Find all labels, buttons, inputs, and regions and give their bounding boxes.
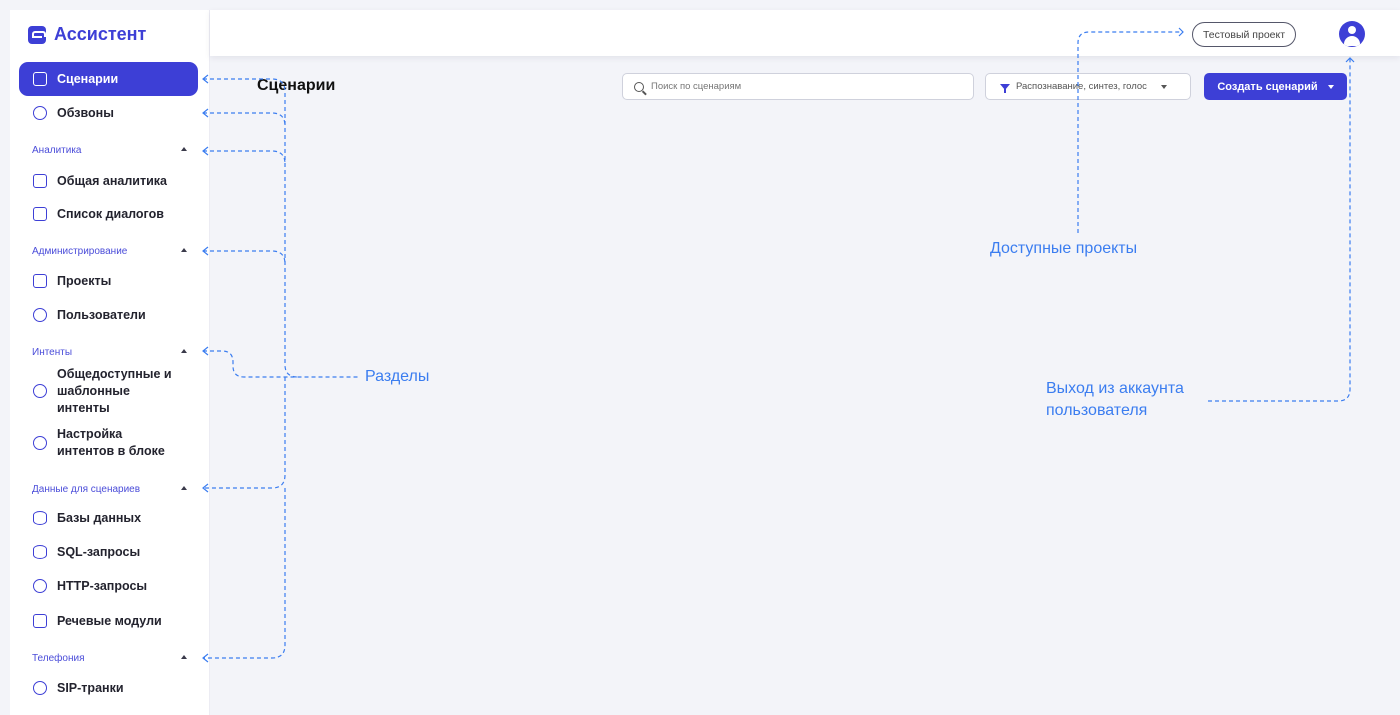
- intent-settings-icon: [33, 436, 47, 450]
- sidebar-item-general-analytics[interactable]: Общая аналитика: [19, 164, 198, 198]
- chevron-up-icon: [181, 486, 187, 490]
- sidebar-item-speech-modules[interactable]: Речевые модули: [19, 604, 198, 638]
- scenarios-icon: [33, 72, 47, 86]
- sidebar-item-calls[interactable]: Обзвоны: [19, 96, 198, 130]
- phone-calls-icon: [33, 106, 47, 120]
- chevron-down-icon: [1160, 84, 1167, 89]
- sidebar-item-label: Проекты: [57, 274, 112, 288]
- search-field[interactable]: [622, 73, 974, 100]
- dialogs-icon: [33, 207, 47, 221]
- create-scenario-label: Создать сценарий: [1217, 80, 1318, 93]
- sidebar-item-dialogs[interactable]: Список диалогов: [19, 197, 198, 231]
- chevron-up-icon: [181, 349, 187, 353]
- project-selector-button[interactable]: Тестовый проект: [1192, 22, 1296, 47]
- sidebar-item-label: Сценарии: [57, 72, 119, 86]
- section-administration[interactable]: Администрирование: [19, 243, 189, 259]
- projects-icon: [33, 274, 47, 288]
- section-telephony[interactable]: Телефония: [19, 650, 189, 666]
- chevron-up-icon: [181, 147, 187, 151]
- sidebar-item-users[interactable]: Пользователи: [19, 298, 198, 332]
- app-logo[interactable]: Ассистент: [28, 24, 146, 45]
- sidebar-item-databases[interactable]: Базы данных: [19, 501, 198, 535]
- annotation-logout-line1: Выход из аккаунта: [1046, 380, 1184, 397]
- sidebar-item-label: Список диалогов: [57, 207, 164, 221]
- sql-icon: [33, 545, 47, 559]
- filter-icon: [1000, 83, 1010, 93]
- page-title: Сценарии: [257, 77, 336, 94]
- chevron-down-icon: [1327, 84, 1334, 89]
- sidebar-item-projects[interactable]: Проекты: [19, 264, 198, 298]
- sidebar-item-label: SIP-транки: [57, 681, 124, 695]
- sidebar-item-label: Речевые модули: [57, 614, 162, 628]
- http-icon: [33, 579, 47, 593]
- logo-icon: [28, 25, 46, 44]
- sidebar-item-label: Обзвоны: [57, 106, 114, 120]
- chevron-up-icon: [181, 248, 187, 252]
- sidebar-item-public-intents[interactable]: Общедоступные и шаблонные интенты: [19, 367, 198, 415]
- section-analytics[interactable]: Аналитика: [19, 142, 189, 158]
- sidebar-item-label: Настройка интентов в блоке: [57, 427, 165, 458]
- app-title: Ассистент: [54, 24, 147, 44]
- speech-modules-icon: [33, 614, 47, 628]
- sidebar-item-intent-settings[interactable]: Настройка интентов в блоке: [19, 423, 198, 463]
- sidebar-item-label: Общедоступные и шаблонные интенты: [57, 366, 172, 415]
- app-frame: [10, 10, 1400, 715]
- annotation-sections: Разделы: [365, 368, 430, 385]
- users-icon: [33, 308, 47, 322]
- sidebar-item-sql[interactable]: SQL-запросы: [19, 535, 198, 569]
- sidebar-item-http[interactable]: HTTP-запросы: [19, 569, 198, 603]
- sidebar-item-label: HTTP-запросы: [57, 579, 148, 593]
- section-label: Аналитика: [32, 144, 82, 156]
- sip-trunks-icon: [33, 681, 47, 695]
- search-icon: [634, 81, 644, 92]
- create-scenario-button[interactable]: Создать сценарий: [1204, 73, 1347, 100]
- sidebar-item-scenarios[interactable]: Сценарии: [19, 62, 198, 96]
- section-scenario-data[interactable]: Данные для сценариев: [19, 481, 189, 497]
- analytics-icon: [33, 174, 47, 188]
- section-label: Администрирование: [32, 245, 128, 257]
- sidebar-item-label: Базы данных: [57, 511, 142, 525]
- section-label: Интенты: [32, 346, 73, 358]
- filter-label: Распознавание, синтез, голос: [1016, 81, 1147, 92]
- section-label: Телефония: [32, 652, 85, 664]
- user-circle-icon[interactable]: [1339, 21, 1365, 47]
- annotation-logout-line2: пользователя: [1046, 402, 1148, 419]
- sidebar-item-label: Пользователи: [57, 308, 146, 322]
- chevron-up-icon: [181, 655, 187, 659]
- sidebar-item-label: Общая аналитика: [57, 174, 167, 188]
- sidebar-item-label: SQL-запросы: [57, 545, 141, 559]
- public-intents-icon: [33, 384, 47, 398]
- annotation-projects: Доступные проекты: [990, 240, 1138, 257]
- section-label: Данные для сценариев: [32, 483, 141, 495]
- sidebar-item-sip-trunks[interactable]: SIP-транки: [19, 671, 198, 705]
- search-input[interactable]: [651, 81, 951, 92]
- filter-dropdown[interactable]: Распознавание, синтез, голос: [985, 73, 1191, 100]
- database-icon: [33, 511, 47, 525]
- section-intents[interactable]: Интенты: [19, 344, 189, 360]
- annotation-logout: Выход из аккаунта пользователя: [1046, 378, 1216, 422]
